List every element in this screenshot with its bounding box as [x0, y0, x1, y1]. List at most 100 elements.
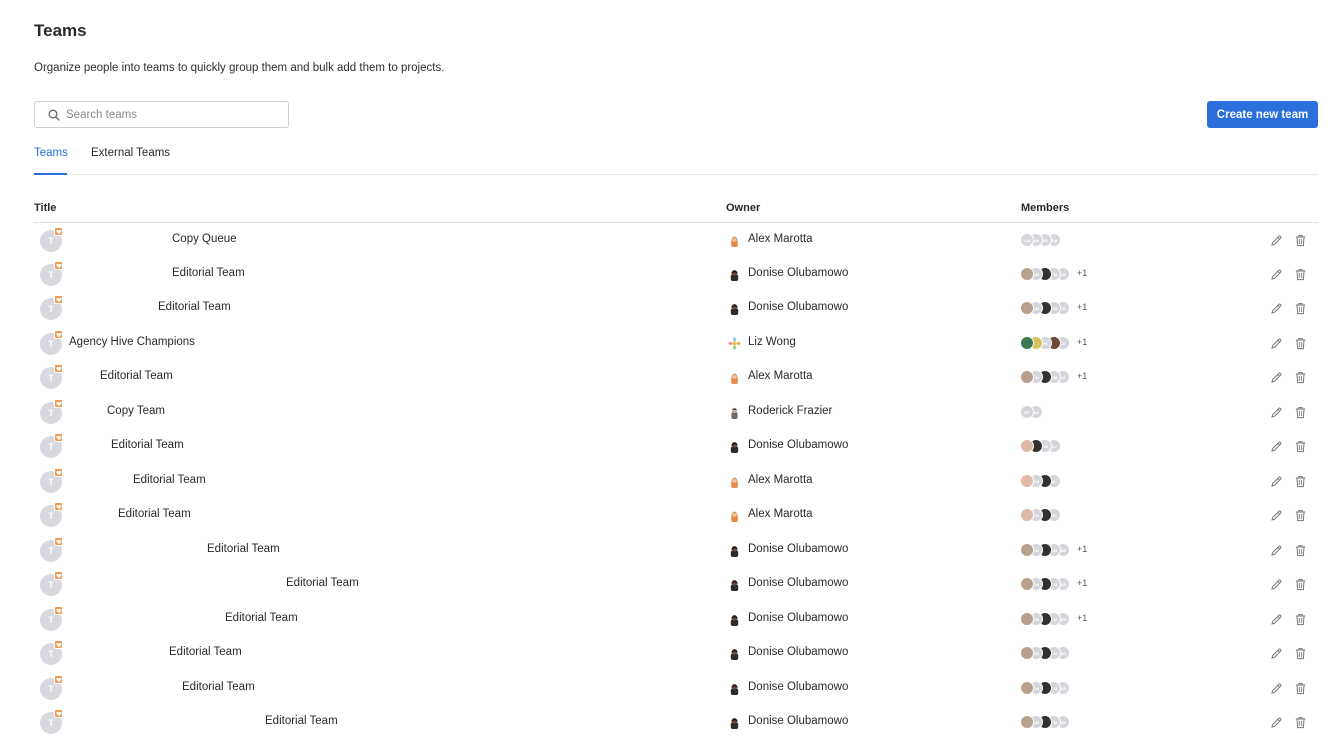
member-avatar[interactable] — [1020, 474, 1034, 488]
pencil-icon[interactable] — [1270, 406, 1283, 419]
member-avatar[interactable] — [1020, 543, 1034, 557]
pencil-icon[interactable] — [1270, 268, 1283, 281]
column-header-owner[interactable]: Owner — [726, 202, 760, 214]
team-title[interactable]: Editorial Team — [133, 474, 206, 486]
team-title[interactable]: Editorial Team — [265, 715, 338, 727]
members-more-count[interactable]: +1 — [1077, 337, 1087, 347]
member-avatar[interactable] — [1020, 681, 1034, 695]
trash-icon[interactable] — [1294, 475, 1307, 488]
heart-icon — [54, 261, 63, 270]
team-title[interactable]: Editorial Team — [118, 508, 191, 520]
table-row[interactable]: T Editorial Team Alex Marotta CM CM LB +1 — [34, 360, 1318, 394]
pencil-icon[interactable] — [1270, 682, 1283, 695]
member-avatar[interactable] — [1020, 508, 1034, 522]
table-row[interactable]: T Editorial Team Donise Olubamowo CM BC — [34, 429, 1318, 463]
table-row[interactable]: T Editorial Team Donise Olubamowo CM CM MB +1 — [34, 567, 1318, 601]
team-title[interactable]: Editorial Team — [111, 439, 184, 451]
table-row[interactable]: T Editorial Team Donise Olubamowo CM CM LB +1 — [34, 291, 1318, 325]
table-row[interactable]: T Editorial Team Donise Olubamowo CM CM LB +1 — [34, 257, 1318, 291]
member-avatar[interactable] — [1020, 577, 1034, 591]
table-row[interactable]: T Editorial Team Donise Olubamowo CM CM MB — [34, 705, 1318, 739]
trash-icon[interactable] — [1294, 544, 1307, 557]
table-row[interactable]: T Copy Queue Alex Marotta AM NM BS KM — [34, 223, 1318, 257]
owner-name: Donise Olubamowo — [748, 577, 849, 589]
team-avatar-initial: T — [48, 304, 54, 314]
table-row[interactable]: T Agency Hive Champions Liz Wong HS CB +1 — [34, 326, 1318, 360]
trash-icon[interactable] — [1294, 234, 1307, 247]
members-more-count[interactable]: +1 — [1077, 544, 1087, 554]
heart-icon — [54, 330, 63, 339]
heart-icon — [54, 606, 63, 615]
team-title[interactable]: Agency Hive Champions — [69, 336, 195, 348]
heart-icon — [54, 709, 63, 718]
team-title[interactable]: Editorial Team — [169, 646, 242, 658]
trash-icon[interactable] — [1294, 509, 1307, 522]
members-more-count[interactable]: +1 — [1077, 371, 1087, 381]
table-row[interactable]: T Editorial Team Donise Olubamowo CM CM MB +1 — [34, 602, 1318, 636]
pencil-icon[interactable] — [1270, 475, 1283, 488]
team-title[interactable]: Copy Team — [107, 405, 165, 417]
pencil-icon[interactable] — [1270, 371, 1283, 384]
member-avatar[interactable] — [1020, 267, 1034, 281]
trash-icon[interactable] — [1294, 578, 1307, 591]
pencil-icon[interactable] — [1270, 613, 1283, 626]
trash-icon[interactable] — [1294, 406, 1307, 419]
member-avatar[interactable] — [1020, 370, 1034, 384]
trash-icon[interactable] — [1294, 440, 1307, 453]
member-avatar[interactable] — [1020, 336, 1034, 350]
team-title[interactable]: Editorial Team — [182, 681, 255, 693]
tab-teams[interactable]: Teams — [34, 140, 68, 175]
members-more-count[interactable]: +1 — [1077, 302, 1087, 312]
search-input[interactable] — [66, 108, 266, 121]
trash-icon[interactable] — [1294, 337, 1307, 350]
member-avatar[interactable] — [1020, 715, 1034, 729]
tab-external-teams[interactable]: External Teams — [91, 140, 170, 175]
table-row[interactable]: T Editorial Team Alex Marotta CM BC — [34, 498, 1318, 532]
column-header-title[interactable]: Title — [34, 202, 56, 214]
search-box[interactable] — [34, 101, 289, 128]
create-new-team-button[interactable]: Create new team — [1207, 101, 1318, 128]
table-row[interactable]: T Editorial Team Donise Olubamowo CM CM MB — [34, 671, 1318, 705]
team-avatar-initial: T — [48, 236, 54, 246]
members-more-count[interactable]: +1 — [1077, 578, 1087, 588]
pencil-icon[interactable] — [1270, 647, 1283, 660]
trash-icon[interactable] — [1294, 302, 1307, 315]
trash-icon[interactable] — [1294, 613, 1307, 626]
team-avatar-initial: T — [48, 684, 54, 694]
pencil-icon[interactable] — [1270, 337, 1283, 350]
team-title[interactable]: Copy Queue — [172, 233, 237, 245]
team-title[interactable]: Editorial Team — [286, 577, 359, 589]
team-title[interactable]: Editorial Team — [225, 612, 298, 624]
table-row[interactable]: T Editorial Team Donise Olubamowo CM CM MB — [34, 636, 1318, 670]
member-avatar[interactable]: RF — [1020, 405, 1034, 419]
pencil-icon[interactable] — [1270, 578, 1283, 591]
trash-icon[interactable] — [1294, 647, 1307, 660]
member-avatar[interactable] — [1020, 439, 1034, 453]
member-initials: LB — [1060, 305, 1066, 311]
table-row[interactable]: T Editorial Team Alex Marotta CM BC — [34, 464, 1318, 498]
member-avatar[interactable] — [1020, 301, 1034, 315]
table-row[interactable]: T Editorial Team Donise Olubamowo CM CM MB +1 — [34, 533, 1318, 567]
owner-name: Alex Marotta — [748, 508, 813, 520]
team-title[interactable]: Editorial Team — [158, 301, 231, 313]
team-title[interactable]: Editorial Team — [207, 543, 280, 555]
team-title[interactable]: Editorial Team — [100, 370, 173, 382]
members-more-count[interactable]: +1 — [1077, 268, 1087, 278]
table-row[interactable]: T Copy Team Roderick Frazier RF JM — [34, 395, 1318, 429]
member-avatar[interactable] — [1020, 612, 1034, 626]
pencil-icon[interactable] — [1270, 716, 1283, 729]
team-avatar-initial: T — [48, 511, 54, 521]
trash-icon[interactable] — [1294, 682, 1307, 695]
member-avatar[interactable] — [1020, 646, 1034, 660]
pencil-icon[interactable] — [1270, 440, 1283, 453]
pencil-icon[interactable] — [1270, 302, 1283, 315]
pencil-icon[interactable] — [1270, 234, 1283, 247]
trash-icon[interactable] — [1294, 268, 1307, 281]
trash-icon[interactable] — [1294, 371, 1307, 384]
members-more-count[interactable]: +1 — [1077, 613, 1087, 623]
team-title[interactable]: Editorial Team — [172, 267, 245, 279]
pencil-icon[interactable] — [1270, 509, 1283, 522]
member-avatar[interactable]: AM — [1020, 233, 1034, 247]
trash-icon[interactable] — [1294, 716, 1307, 729]
pencil-icon[interactable] — [1270, 544, 1283, 557]
